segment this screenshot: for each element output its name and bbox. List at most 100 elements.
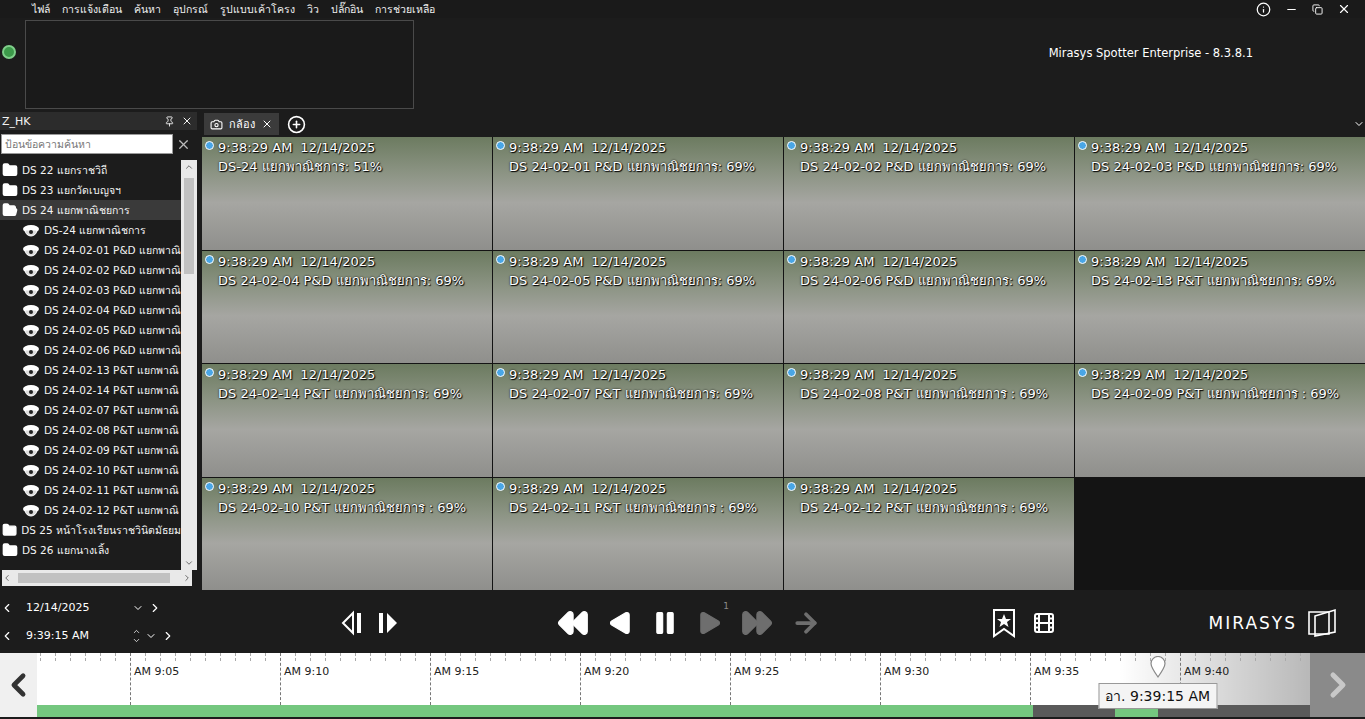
play-reverse-button[interactable] xyxy=(607,605,635,641)
scroll-up-icon[interactable] xyxy=(184,162,194,172)
tree-item[interactable]: DS 24-02-08 P&T แยกพาณิ xyxy=(0,420,181,440)
view-tab[interactable]: กล้อง xyxy=(204,113,279,135)
menu-item[interactable]: ปลั๊กอิน xyxy=(331,1,363,17)
tree-item[interactable]: DS 23 แยกวัดเบญจฯ xyxy=(0,180,181,200)
tree-item[interactable]: DS 25 หน้าโรงเรียนราชวินิตมัธยม xyxy=(0,520,181,540)
tree-item[interactable]: DS 24-02-01 P&D แยกพาณิ xyxy=(0,240,181,260)
bookmark-button[interactable] xyxy=(991,605,1017,641)
camera-tile[interactable]: 9:38:29 AM12/14/2025DS 24-02-10 P&T แยกพ… xyxy=(202,478,492,591)
menu-item[interactable]: รูปแบบเค้าโครง xyxy=(220,1,295,17)
spin-up-icon[interactable] xyxy=(132,627,141,636)
tree-item[interactable]: DS 24-02-12 P&T แยกพาณิ xyxy=(0,500,181,520)
cursor-pin-icon[interactable] xyxy=(1150,656,1166,682)
horizontal-scrollbar[interactable] xyxy=(2,570,192,586)
camera-tile[interactable]: 9:38:29 AM12/14/2025DS 24-02-06 P&D แยกพ… xyxy=(784,251,1074,364)
restore-icon[interactable] xyxy=(1312,4,1323,15)
search-row xyxy=(1,134,197,154)
timeline: AM 9:05AM 9:10AM 9:15AM 9:20AM 9:25AM 9:… xyxy=(0,653,1365,717)
add-tab-button[interactable] xyxy=(287,113,306,135)
time-spinner[interactable] xyxy=(132,627,141,645)
timeline-tick xyxy=(925,653,926,661)
scroll-right-icon[interactable] xyxy=(182,573,192,583)
app-status-icon[interactable] xyxy=(2,45,16,59)
tree-item[interactable]: DS 24-02-06 P&D แยกพาณิ xyxy=(0,340,181,360)
close-icon[interactable] xyxy=(181,115,193,127)
camera-tile[interactable]: 9:38:29 AM12/14/2025DS 24-02-08 P&T แยกพ… xyxy=(784,364,1074,477)
camera-tile[interactable]: 9:38:29 AM12/14/2025DS 24-02-02 P&D แยกพ… xyxy=(784,137,1074,250)
tree-item[interactable]: DS 24-02-04 P&D แยกพาณิ xyxy=(0,300,181,320)
spin-down-icon[interactable] xyxy=(132,636,141,645)
camera-icon xyxy=(22,403,40,417)
camera-tile[interactable]: 9:38:29 AM12/14/2025DS 24-02-14 P&T แยกพ… xyxy=(202,364,492,477)
previous-time-icon[interactable] xyxy=(0,629,14,643)
tree-item[interactable]: DS 24-02-05 P&D แยกพาณิ xyxy=(0,320,181,340)
camera-tile[interactable]: 9:38:29 AM12/14/2025DS 24-02-09 P&T แยกพ… xyxy=(1075,364,1365,477)
time-dropdown-icon[interactable] xyxy=(145,630,157,642)
camera-tile[interactable]: 9:38:29 AM12/14/2025DS 24-02-13 P&T แยกพ… xyxy=(1075,251,1365,364)
scroll-down-icon[interactable] xyxy=(184,558,194,568)
info-icon[interactable] xyxy=(1256,2,1271,17)
clear-search-icon[interactable] xyxy=(176,137,191,152)
scroll-left-icon[interactable] xyxy=(2,573,12,583)
menu-item[interactable]: การช่วยเหลือ xyxy=(375,1,435,17)
fast-forward-button[interactable] xyxy=(739,605,775,641)
play-button[interactable]: 1 xyxy=(695,605,723,641)
tree-item[interactable]: DS 24-02-11 P&T แยกพาณิ xyxy=(0,480,181,500)
pause-button[interactable] xyxy=(651,605,679,641)
tree-item[interactable]: DS 24-02-13 P&T แยกพาณิ xyxy=(0,360,181,380)
time-field[interactable]: 9:39:15 AM xyxy=(18,629,128,642)
tile-name: DS 24-02-10 P&T แยกพาณิชยการ : 69% xyxy=(218,499,488,516)
scroll-thumb[interactable] xyxy=(18,573,170,583)
step-back-button[interactable] xyxy=(340,605,368,641)
folder-icon xyxy=(2,542,18,558)
status-dot xyxy=(205,482,214,491)
menu-item[interactable]: อุปกรณ์ xyxy=(173,1,208,17)
timeline-back-button[interactable] xyxy=(0,653,37,717)
tree-item[interactable]: DS 22 แยกราชวิถี xyxy=(0,160,181,180)
tree-item[interactable]: DS 26 แยกนางเลิ้ง xyxy=(0,540,181,560)
timeline-track[interactable]: AM 9:05AM 9:10AM 9:15AM 9:20AM 9:25AM 9:… xyxy=(37,653,1310,717)
minimize-icon[interactable] xyxy=(1285,3,1298,16)
clip-button[interactable] xyxy=(1031,605,1057,641)
camera-tile[interactable]: 9:38:29 AM12/14/2025DS 24-02-04 P&D แยกพ… xyxy=(202,251,492,364)
timeline-tick xyxy=(475,653,476,661)
camera-tile[interactable]: 9:38:29 AM12/14/2025DS 24-02-05 P&D แยกพ… xyxy=(493,251,783,364)
tab-menu-button[interactable] xyxy=(1353,113,1365,135)
menu-item[interactable]: การแจ้งเตือน xyxy=(62,1,122,17)
pin-icon[interactable] xyxy=(164,116,175,127)
menu-item[interactable]: วิว xyxy=(307,1,319,17)
chevron-right-icon xyxy=(1318,665,1358,705)
step-forward-button[interactable] xyxy=(372,605,400,641)
menu-item[interactable]: ค้นหา xyxy=(134,1,161,17)
menu-item[interactable]: ไฟล์ xyxy=(32,1,50,17)
close-tab-icon[interactable] xyxy=(261,118,273,130)
tree-item[interactable]: DS 24-02-10 P&T แยกพาณิ xyxy=(0,460,181,480)
tree-item[interactable]: DS 24-02-03 P&D แยกพาณิ xyxy=(0,280,181,300)
next-button[interactable] xyxy=(791,605,821,641)
close-icon[interactable] xyxy=(1337,2,1351,16)
next-time-icon[interactable] xyxy=(161,629,175,643)
camera-tile[interactable]: 9:38:29 AM12/14/2025DS 24-02-01 P&D แยกพ… xyxy=(493,137,783,250)
camera-tile[interactable]: 9:38:29 AM12/14/2025DS-24 แยกพาณิชการ: 5… xyxy=(202,137,492,250)
camera-tile[interactable]: 9:38:29 AM12/14/2025DS 24-02-12 P&T แยกพ… xyxy=(784,478,1074,591)
date-dropdown-icon[interactable] xyxy=(132,602,144,614)
tile-name: DS 24-02-09 P&T แยกพาณิชยการ : 69% xyxy=(1091,385,1361,402)
next-day-icon[interactable] xyxy=(148,601,162,615)
camera-tile[interactable]: 9:38:29 AM12/14/2025DS 24-02-07 P&T แยกพ… xyxy=(493,364,783,477)
tree-item[interactable]: DS 24-02-07 P&T แยกพาณิ xyxy=(0,400,181,420)
date-field[interactable]: 12/14/2025 xyxy=(18,601,128,614)
camera-tile[interactable]: 9:38:29 AM12/14/2025DS 24-02-03 P&D แยกพ… xyxy=(1075,137,1365,250)
tree-item[interactable]: DS 24-02-02 P&D แยกพาณิ xyxy=(0,260,181,280)
search-input[interactable] xyxy=(1,134,173,154)
vertical-scrollbar[interactable] xyxy=(181,160,197,570)
tree-item[interactable]: DS 24-02-14 P&T แยกพาณิ xyxy=(0,380,181,400)
previous-day-icon[interactable] xyxy=(0,601,14,615)
camera-tile[interactable]: 9:38:29 AM12/14/2025DS 24-02-11 P&T แยกพ… xyxy=(493,478,783,591)
timeline-tick xyxy=(1120,653,1121,661)
timeline-forward-button[interactable] xyxy=(1310,653,1365,717)
tree-item[interactable]: DS-24 แยกพาณิชการ xyxy=(0,220,181,240)
tree-item[interactable]: DS 24 แยกพาณิชยการ xyxy=(0,200,181,220)
scroll-thumb[interactable] xyxy=(184,178,194,274)
rewind-button[interactable] xyxy=(555,605,591,641)
tree-item[interactable]: DS 24-02-09 P&T แยกพาณิ xyxy=(0,440,181,460)
